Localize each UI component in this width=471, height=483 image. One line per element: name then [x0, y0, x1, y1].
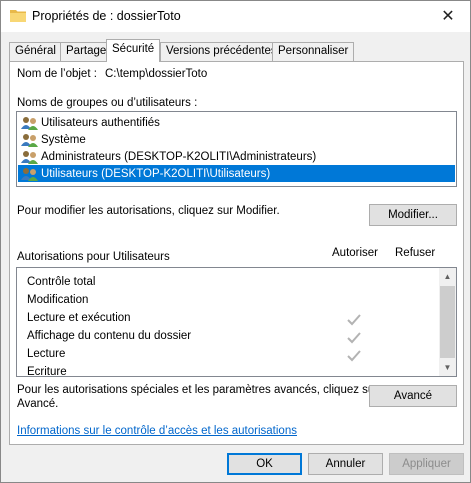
modify-button[interactable]: Modifier... [369, 204, 457, 226]
modify-hint: Pour modifier les autorisations, cliquez… [17, 205, 280, 217]
groups-listbox[interactable]: Utilisateurs authentifiés Système Admini… [16, 111, 457, 187]
permissions-scrollbar[interactable]: ▲ ▼ [439, 268, 456, 376]
check-icon [347, 350, 361, 362]
tab-customize[interactable]: Personnaliser [272, 42, 355, 61]
advanced-hint-line2: Avancé. [17, 398, 59, 410]
scroll-up-icon[interactable]: ▲ [439, 268, 456, 285]
properties-dialog: Propriétés de : dossierToto ✕ Général Pa… [0, 0, 471, 483]
tab-sharing[interactable]: Partage [60, 42, 113, 61]
check-icon [347, 332, 361, 344]
close-button[interactable]: ✕ [426, 1, 470, 31]
apply-button[interactable]: Appliquer [389, 453, 464, 475]
group-item-selected[interactable]: Utilisateurs (DESKTOP-K2OLITI\Utilisateu… [18, 165, 455, 182]
group-item[interactable]: Administrateurs (DESKTOP-K2OLITI\Adminis… [18, 148, 316, 165]
group-name: Utilisateurs (DESKTOP-K2OLITI\Utilisateu… [41, 167, 271, 180]
permission-item: Écriture [27, 366, 67, 377]
users-icon [21, 133, 38, 147]
permissions-listbox[interactable]: Contrôle total Modification Lecture et e… [16, 267, 457, 377]
folder-icon [10, 10, 26, 22]
close-icon: ✕ [441, 8, 455, 25]
group-item[interactable]: Utilisateurs authentifiés [18, 114, 160, 131]
users-icon [21, 150, 38, 164]
permission-item: Contrôle total [27, 276, 96, 288]
ok-button[interactable]: OK [227, 453, 302, 475]
group-name: Administrateurs (DESKTOP-K2OLITI\Adminis… [41, 150, 317, 163]
permissions-label: Autorisations pour Utilisateurs [17, 251, 170, 263]
check-icon [347, 314, 361, 326]
permission-item: Modification [27, 294, 89, 306]
group-name: Système [41, 133, 86, 146]
group-item[interactable]: Système [18, 131, 86, 148]
window-title: Propriétés de : dossierToto [32, 9, 181, 23]
users-icon [21, 116, 38, 130]
group-name: Utilisateurs authentifiés [41, 116, 160, 129]
deny-header: Refuser [395, 247, 436, 259]
permission-item: Lecture [27, 348, 66, 360]
cancel-button[interactable]: Annuler [308, 453, 383, 475]
object-name-label: Nom de l’objet : [17, 68, 97, 80]
allow-header: Autoriser [332, 247, 379, 259]
permission-item: Affichage du contenu du dossier [27, 330, 192, 342]
scroll-down-icon[interactable]: ▼ [439, 359, 456, 376]
security-panel: Nom de l’objet : C:\temp\dossierToto Nom… [9, 61, 464, 445]
advanced-button[interactable]: Avancé [369, 385, 457, 407]
tab-previous-versions[interactable]: Versions précédentes [160, 42, 283, 61]
tab-security[interactable]: Sécurité [106, 39, 161, 62]
permission-item: Lecture et exécution [27, 312, 131, 324]
tab-general[interactable]: Général [9, 42, 62, 61]
access-control-info-link[interactable]: Informations sur le contrôle d’accès et … [17, 425, 297, 437]
users-icon [21, 167, 38, 181]
groups-label: Noms de groupes ou d’utilisateurs : [17, 97, 198, 109]
advanced-hint-line1: Pour les autorisations spéciales et les … [17, 384, 379, 396]
scroll-thumb[interactable] [440, 286, 455, 358]
title-bar[interactable]: Propriétés de : dossierToto ✕ [1, 1, 470, 32]
object-name-value: C:\temp\dossierToto [105, 68, 208, 80]
